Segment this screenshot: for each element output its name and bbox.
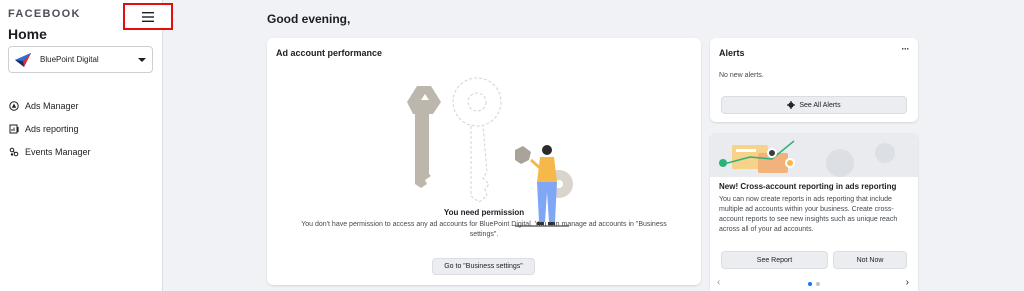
- sidebar-nav: Ads Manager Ads reporting Events Manager: [8, 94, 91, 163]
- brand-logo: FACEBOOK: [8, 8, 81, 20]
- sidebar-item-ads-reporting[interactable]: Ads reporting: [8, 117, 91, 140]
- carousel-dot-active[interactable]: [808, 282, 812, 286]
- ads-manager-icon: [8, 100, 19, 111]
- ads-reporting-icon: [8, 123, 19, 134]
- greeting: Good evening,: [267, 12, 351, 26]
- promo-description: You can now create reports in ads report…: [719, 196, 898, 233]
- sidebar: FACEBOOK Home BluePoint Digital Ads Mana…: [0, 0, 173, 291]
- sidebar-item-ads-manager[interactable]: Ads Manager: [8, 94, 91, 117]
- card-title: Ad account performance: [276, 48, 383, 58]
- chevron-left-icon[interactable]: ‹: [717, 277, 720, 288]
- hamburger-icon: [142, 11, 154, 22]
- cross-account-reporting-card: New! Cross-account reporting in ads repo…: [710, 133, 918, 291]
- sidebar-item-label: Ads Manager: [25, 100, 79, 111]
- permission-heading: You need permission: [443, 208, 525, 217]
- not-now-button[interactable]: Not Now: [833, 251, 907, 269]
- promo-title: New! Cross-account reporting in ads repo…: [719, 182, 897, 191]
- carousel-dots: [808, 282, 820, 286]
- gear-icon: [787, 101, 796, 109]
- sidebar-item-label: Events Manager: [25, 146, 91, 157]
- sidebar-item-label: Ads reporting: [25, 123, 79, 134]
- ad-account-performance-card: Ad account performance You need permissi…: [267, 38, 701, 285]
- see-report-button[interactable]: See Report: [721, 251, 828, 269]
- hamburger-menu-button[interactable]: [123, 3, 173, 30]
- permission-description: You don't have permission to access any …: [301, 221, 667, 238]
- page-title: Home: [8, 26, 47, 42]
- chevron-down-icon: [138, 57, 146, 62]
- more-options-icon[interactable]: ···: [902, 44, 910, 54]
- bluepoint-logo-icon: [15, 52, 31, 67]
- chevron-right-icon[interactable]: ›: [906, 277, 909, 288]
- alerts-empty-text: No new alerts.: [719, 72, 764, 79]
- account-selector[interactable]: BluePoint Digital: [8, 46, 153, 73]
- carousel-dot[interactable]: [816, 282, 820, 286]
- alerts-card: Alerts ··· No new alerts. See All Alerts: [710, 38, 918, 122]
- account-name: BluePoint Digital: [40, 55, 99, 64]
- button-label: See All Alerts: [799, 101, 841, 109]
- card-title: Alerts: [719, 48, 745, 58]
- go-to-business-settings-button[interactable]: Go to "Business settings": [432, 258, 535, 275]
- see-all-alerts-button[interactable]: See All Alerts: [721, 96, 907, 114]
- sidebar-item-events-manager[interactable]: Events Manager: [8, 140, 91, 163]
- events-manager-icon: [8, 146, 19, 157]
- reporting-banner-illustration: [710, 133, 918, 177]
